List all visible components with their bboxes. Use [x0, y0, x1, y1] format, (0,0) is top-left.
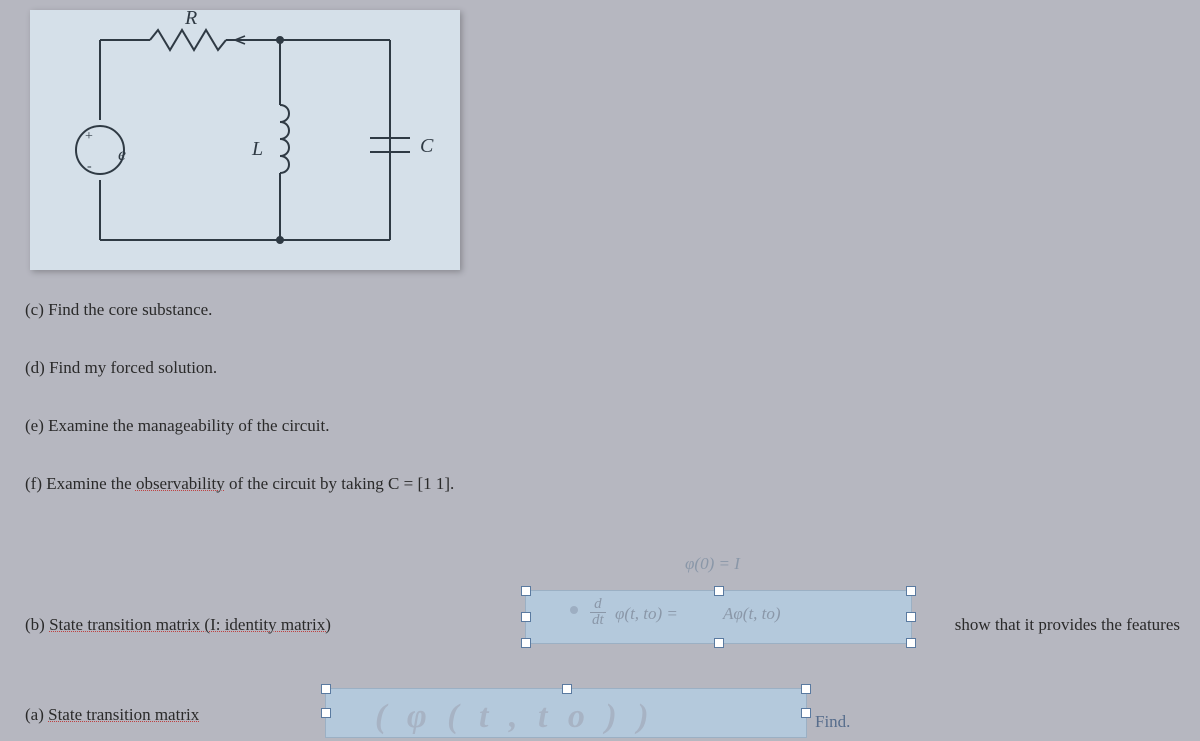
row-a-find: Find.	[815, 712, 850, 732]
handle-icon[interactable]	[321, 684, 331, 694]
svg-text:e: e	[118, 144, 126, 164]
handle-icon[interactable]	[521, 638, 531, 648]
row-a-label: (a) State transition matrix	[25, 705, 199, 725]
row-a-prefix: (a)	[25, 705, 48, 724]
svg-text:-: -	[87, 159, 92, 174]
question-e: (e) Examine the manageability of the cir…	[25, 416, 1175, 436]
row-b-label: (b) State transition matrix (I: identity…	[25, 615, 331, 635]
eq-bigphi: ( φ ( t , t o ) )	[375, 698, 655, 736]
svg-text:C: C	[420, 135, 434, 157]
row-b-dotted: State transition matrix (I: identity mat…	[49, 615, 331, 634]
question-f: (f) Examine the observability of the cir…	[25, 474, 1175, 494]
row-b: φ(0) = I ddt φ(t, to) = Aφ(t, to) (b) St…	[25, 590, 1180, 660]
eq-dphi-left: φ(t, to) =	[615, 604, 678, 624]
question-c: (c) Find the core substance.	[25, 300, 1175, 320]
svg-text:L: L	[251, 138, 263, 160]
questions-block: (c) Find the core substance. (d) Find my…	[25, 300, 1175, 532]
question-d: (d) Find my forced solution.	[25, 358, 1175, 378]
handle-icon[interactable]	[801, 684, 811, 694]
eq-dphi-right: Aφ(t, to)	[723, 604, 781, 624]
circuit-diagram: R L C e + -	[30, 10, 460, 270]
handle-icon[interactable]	[906, 638, 916, 648]
svg-text:R: R	[184, 10, 197, 29]
row-b-prefix: (b)	[25, 615, 49, 634]
eq-phi0: φ(0) = I	[685, 554, 740, 574]
handle-icon[interactable]	[521, 586, 531, 596]
handle-icon[interactable]	[906, 612, 916, 622]
question-f-dotted: observability	[136, 474, 225, 493]
handle-icon[interactable]	[321, 708, 331, 718]
row-a-dotted: State transition matrix	[48, 705, 199, 724]
eq-frac: ddt	[590, 597, 606, 628]
handle-icon[interactable]	[906, 586, 916, 596]
handle-icon[interactable]	[521, 612, 531, 622]
handle-icon[interactable]	[562, 684, 572, 694]
handle-icon[interactable]	[801, 708, 811, 718]
selection-box-b[interactable]	[525, 590, 912, 644]
row-b-show: show that it provides the features	[955, 615, 1180, 635]
handle-icon[interactable]	[714, 586, 724, 596]
row-a: ( φ ( t , t o ) ) (a) State transition m…	[25, 700, 1180, 730]
bullet-icon	[570, 606, 578, 614]
handle-icon[interactable]	[714, 638, 724, 648]
question-f-prefix: (f) Examine the	[25, 474, 136, 493]
circuit-svg: R L C e + -	[30, 10, 460, 270]
question-f-suffix: of the circuit by taking C = [1 1].	[225, 474, 455, 493]
svg-text:+: +	[85, 129, 93, 144]
